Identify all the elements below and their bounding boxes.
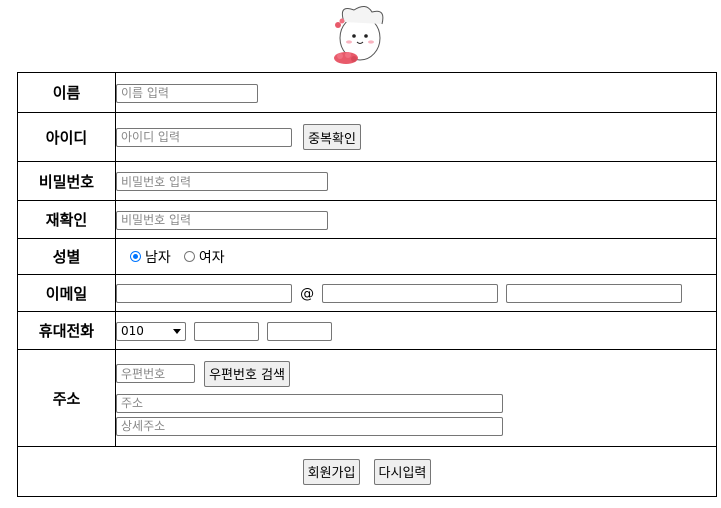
confirm-row: 재확인 <box>17 200 717 239</box>
gender-male-radio[interactable] <box>130 251 141 262</box>
name-row: 이름 <box>17 72 717 113</box>
id-input[interactable] <box>116 127 292 147</box>
password-confirm-input[interactable] <box>116 210 328 230</box>
gender-label: 성별 <box>17 238 116 275</box>
password-row: 비밀번호 <box>17 161 717 201</box>
email-domain-input[interactable] <box>322 284 499 303</box>
actions-row: 회원가입 다시입력 <box>17 446 717 497</box>
phone-prefix-value: 010 <box>121 324 144 338</box>
duplicate-check-button[interactable]: 중복확인 <box>303 124 361 150</box>
phone-last-input[interactable] <box>267 321 333 341</box>
signup-submit-button[interactable]: 회원가입 <box>302 458 361 485</box>
email-domain-select-input[interactable] <box>506 284 683 303</box>
address-detail-input[interactable] <box>116 416 503 436</box>
name-input[interactable] <box>116 83 258 103</box>
email-at-sign: @ <box>300 285 315 302</box>
email-label: 이메일 <box>17 274 116 312</box>
address-row: 주소 우편번호 검색 <box>17 349 717 447</box>
gender-male-option[interactable]: 남자 <box>130 247 171 267</box>
id-row: 아이디 중복확인 <box>17 112 717 162</box>
chevron-down-icon <box>173 328 181 334</box>
phone-prefix-select[interactable]: 010 <box>116 321 186 341</box>
gender-male-text: 남자 <box>145 249 171 266</box>
password-input[interactable] <box>116 172 328 191</box>
name-label: 이름 <box>17 72 116 113</box>
phone-middle-input[interactable] <box>194 321 260 341</box>
email-id-input[interactable] <box>116 284 292 303</box>
confirm-label: 재확인 <box>17 200 116 239</box>
phone-label: 휴대전화 <box>17 311 116 350</box>
gender-female-option[interactable]: 여자 <box>183 247 225 267</box>
zipcode-input[interactable] <box>116 364 195 383</box>
address-input[interactable] <box>116 393 503 413</box>
phone-row: 휴대전화 010 <box>17 311 717 350</box>
reset-button[interactable]: 다시입력 <box>373 458 432 485</box>
email-row: 이메일 @ <box>17 274 717 312</box>
zipcode-search-button[interactable]: 우편번호 검색 <box>204 360 290 387</box>
gender-female-radio[interactable] <box>183 251 195 262</box>
password-label: 비밀번호 <box>17 161 116 201</box>
id-label: 아이디 <box>17 112 116 162</box>
mascot-image <box>334 6 384 64</box>
gender-row: 성별 남자 여자 <box>17 238 717 275</box>
address-label: 주소 <box>17 349 116 447</box>
gender-female-text: 여자 <box>198 249 225 266</box>
signup-form-table: 이름 아이디 중복확인 비밀번호 재확인 성별 남자 <box>17 72 717 497</box>
